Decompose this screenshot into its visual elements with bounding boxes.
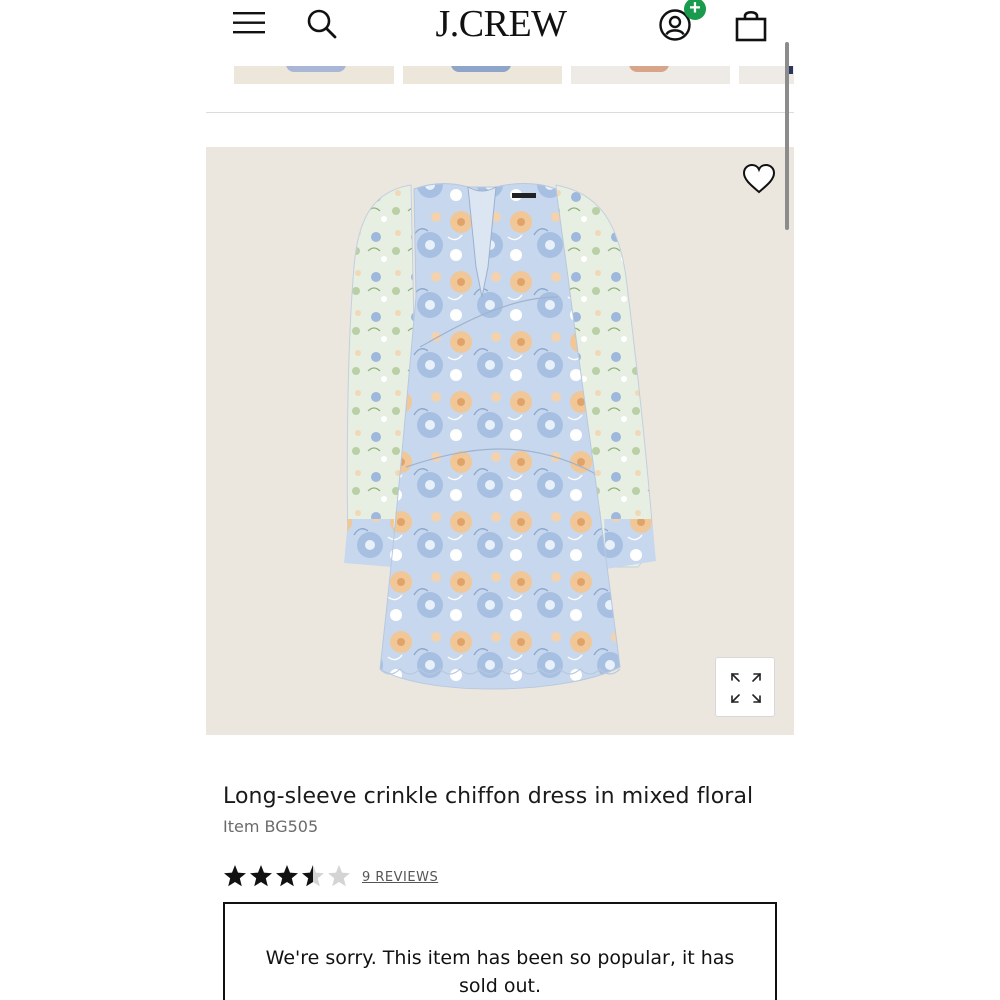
thumbnail[interactable] bbox=[571, 66, 730, 84]
thumbnail-image bbox=[286, 66, 346, 72]
product-image[interactable] bbox=[206, 147, 794, 735]
item-number: Item BG505 bbox=[223, 817, 319, 836]
reviews-link[interactable]: 9 REVIEWS bbox=[362, 870, 438, 885]
thumbnail-image bbox=[789, 66, 793, 74]
star-full-icon bbox=[276, 865, 298, 887]
search-icon[interactable] bbox=[306, 8, 338, 40]
heart-icon[interactable] bbox=[742, 163, 776, 195]
thumbnail-image bbox=[451, 66, 511, 72]
star-rating[interactable] bbox=[223, 864, 353, 890]
thumbnail-strip bbox=[234, 66, 794, 84]
product-page: J.CREW + Long-sleeve crinkle chiffon dre… bbox=[206, 0, 794, 1000]
account-add-badge[interactable]: + bbox=[684, 0, 706, 20]
expand-icon bbox=[731, 673, 761, 703]
star-empty-icon bbox=[328, 865, 350, 887]
expand-image-button[interactable] bbox=[715, 657, 775, 717]
sold-out-message: We're sorry. This item has been so popul… bbox=[265, 947, 735, 997]
jcrew-logo[interactable]: J.CREW bbox=[406, 2, 596, 46]
divider bbox=[206, 112, 794, 113]
star-half-icon bbox=[302, 865, 324, 887]
dress-image bbox=[344, 183, 656, 690]
hamburger-menu-icon[interactable] bbox=[232, 10, 266, 36]
product-title: Long-sleeve crinkle chiffon dress in mix… bbox=[223, 784, 754, 809]
sold-out-notice: We're sorry. This item has been so popul… bbox=[223, 902, 777, 1000]
thumbnail-image bbox=[629, 66, 669, 72]
thumbnail[interactable] bbox=[234, 66, 394, 84]
star-full-icon bbox=[224, 865, 246, 887]
scrollbar[interactable] bbox=[785, 42, 789, 230]
star-full-icon bbox=[250, 865, 272, 887]
site-header: J.CREW + bbox=[206, 0, 794, 50]
thumbnail[interactable] bbox=[403, 66, 562, 84]
shopping-bag-icon[interactable] bbox=[734, 8, 768, 42]
